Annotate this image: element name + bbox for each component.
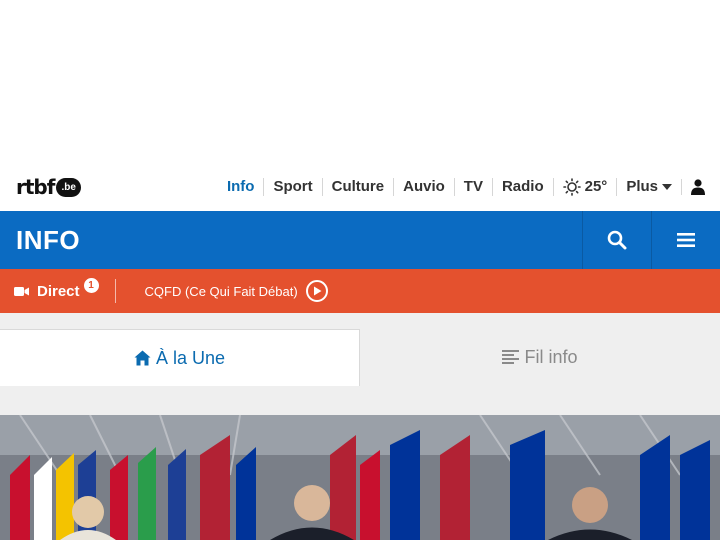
chevron-down-icon [662, 184, 672, 190]
search-icon [607, 230, 627, 250]
nav-item-auvio[interactable]: Auvio [393, 178, 454, 196]
live-bar-divider [114, 279, 116, 303]
weather-widget[interactable]: 25° [552, 178, 617, 196]
nav-item-radio[interactable]: Radio [491, 178, 553, 196]
video-camera-icon [14, 286, 29, 296]
menu-button[interactable] [651, 211, 720, 269]
user-icon [691, 179, 705, 195]
tab-fil-info-label: Fil info [524, 346, 578, 367]
direct-link[interactable]: Direct 1 [0, 277, 99, 300]
play-icon[interactable] [305, 280, 328, 302]
nav-item-sport[interactable]: Sport [263, 178, 321, 196]
list-icon [502, 350, 520, 364]
nav-item-tv[interactable]: TV [453, 178, 492, 196]
nav-item-culture[interactable]: Culture [321, 178, 394, 196]
sun-icon [562, 178, 581, 196]
headline-photo[interactable] [0, 415, 720, 540]
live-program-label: CQFD (Ce Qui Fait Débat) [144, 283, 298, 299]
account-button[interactable] [681, 179, 705, 195]
weather-temperature: 25° [584, 178, 608, 195]
tab-a-la-une[interactable]: À la Une [0, 329, 360, 386]
home-icon [134, 350, 151, 366]
live-program-link[interactable]: CQFD (Ce Qui Fait Débat) [145, 280, 328, 302]
search-button[interactable] [582, 211, 651, 269]
more-label: Plus [626, 178, 658, 195]
tab-a-la-une-label: À la Une [155, 347, 226, 368]
direct-label: Direct [37, 282, 80, 300]
section-title: INFO [16, 224, 81, 255]
live-bar: Direct 1 CQFD (Ce Qui Fait Débat) [0, 269, 720, 313]
tab-fil-info[interactable]: Fil info [360, 329, 720, 385]
headline-photo-illustration [0, 415, 720, 540]
more-menu[interactable]: Plus [616, 178, 681, 196]
ad-space [0, 0, 720, 163]
direct-count-badge: 1 [83, 277, 99, 293]
menu-icon [677, 233, 695, 247]
section-header: INFO [0, 211, 720, 269]
nav-item-info[interactable]: Info [218, 178, 264, 196]
top-header: rtbf .be Info Sport Culture Auvio TV Rad… [0, 163, 720, 211]
logo-badge: .be [56, 177, 81, 197]
top-navigation: Info Sport Culture Auvio TV Radio 25° Pl… [218, 178, 705, 196]
logo-text: rtbf [16, 175, 55, 199]
rtbf-logo[interactable]: rtbf .be [16, 175, 81, 199]
tabs-area: À la Une Fil info [0, 313, 720, 415]
